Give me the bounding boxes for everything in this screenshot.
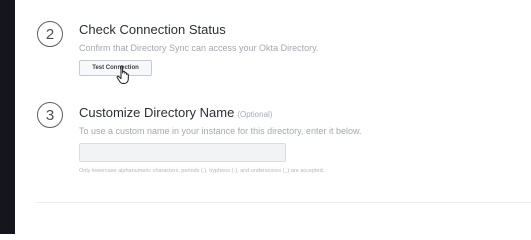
step-number-badge: 2 (37, 21, 63, 47)
step-description-customize-name: To use a custom name in your instance fo… (79, 126, 362, 136)
step-description-check-connection: Confirm that Directory Sync can access y… (79, 43, 319, 53)
hand-pointer-icon (116, 65, 129, 84)
step-title-check-connection: Check Connection Status (79, 22, 226, 37)
step-title-customize-name: Customize Directory Name (Optional) (79, 105, 272, 120)
section-divider (36, 202, 531, 203)
optional-label: (Optional) (237, 110, 273, 119)
directory-name-input[interactable] (79, 143, 286, 162)
directory-name-help-text: Only lowercase alphanumeric characters, … (79, 168, 325, 174)
dark-sidebar-edge (0, 0, 15, 234)
step-number-badge: 3 (37, 102, 63, 128)
step-title-text: Customize Directory Name (79, 105, 235, 120)
